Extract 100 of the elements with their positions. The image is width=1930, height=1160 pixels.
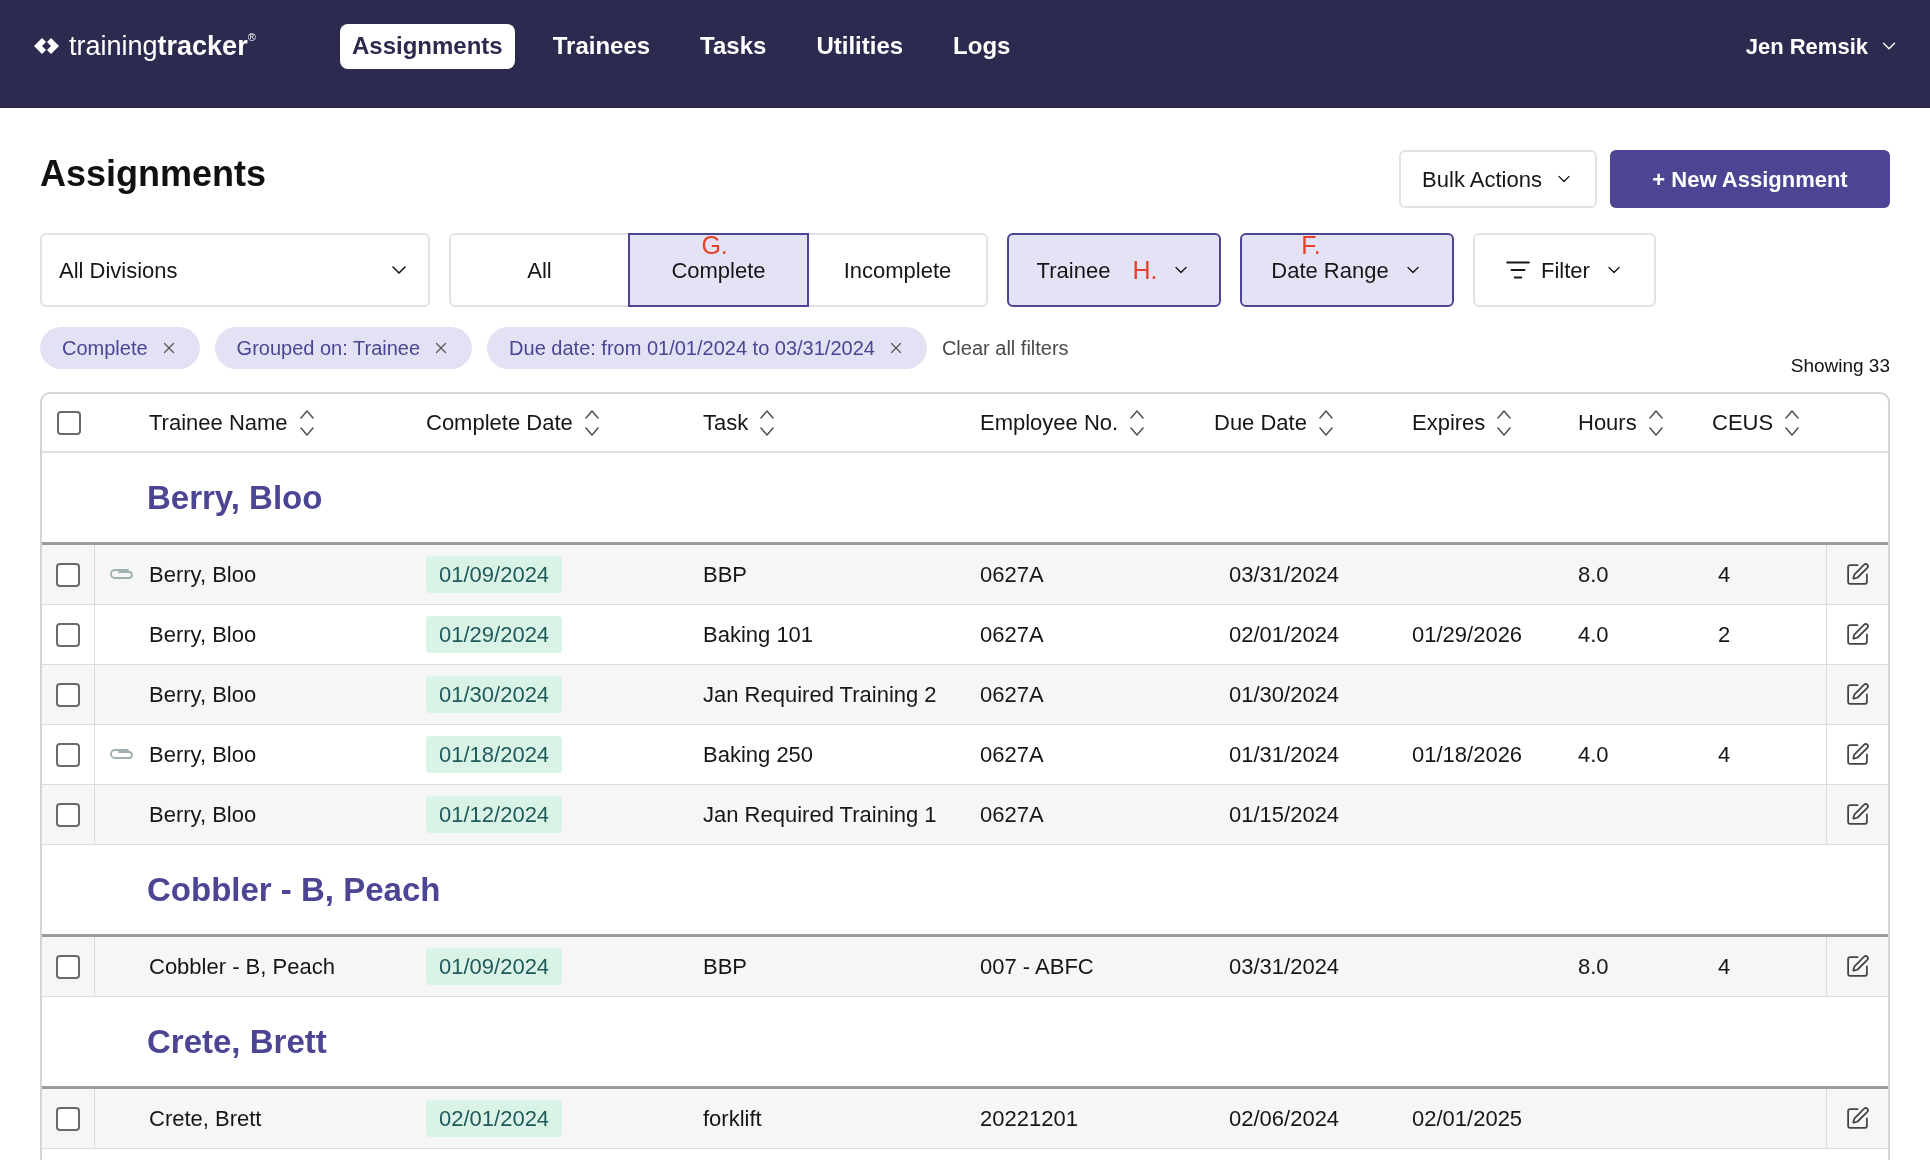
filter-dropdown[interactable]: Trainee H. <box>1007 233 1221 307</box>
trainee-name: Berry, Bloo <box>149 561 257 589</box>
due-date: 01/15/2024 <box>1229 801 1340 829</box>
sort-icon <box>1497 407 1512 438</box>
edit-icon[interactable] <box>1845 562 1870 587</box>
checkbox[interactable] <box>56 742 80 767</box>
sort-icon <box>1648 407 1663 438</box>
ceus-value: 4 <box>1718 561 1731 589</box>
group-heading: Cobbler - B, Peach <box>147 869 441 910</box>
new-assignment-button[interactable]: + New Assignment <box>1610 150 1890 208</box>
task-name: Baking 250 <box>703 741 814 769</box>
sort-icon <box>584 407 599 438</box>
complete-date-badge: 01/29/2024 <box>426 616 563 653</box>
edit-icon[interactable] <box>1845 742 1870 767</box>
checkbox[interactable] <box>56 562 80 587</box>
trainee-name: Berry, Bloo <box>149 621 257 649</box>
column-header[interactable]: CEUS <box>1712 406 1800 439</box>
user-menu[interactable]: Jen Remsik <box>1745 29 1900 63</box>
sort-icon <box>1785 407 1800 438</box>
task-name: Jan Required Training 2 <box>703 681 937 709</box>
sort-icon <box>1318 407 1333 438</box>
annotation-letter: F. <box>1301 232 1321 258</box>
nav-tab[interactable]: Trainees <box>540 23 663 69</box>
ceus-value: 4 <box>1718 953 1731 981</box>
status-tab[interactable]: Incomplete <box>807 233 988 307</box>
due-date: 02/06/2024 <box>1229 1105 1340 1133</box>
hours-value: 4.0 <box>1578 741 1609 769</box>
trainee-name: Berry, Bloo <box>149 681 257 709</box>
ceus-value: 4 <box>1718 741 1731 769</box>
edit-icon[interactable] <box>1845 954 1870 979</box>
due-date: 03/31/2024 <box>1229 561 1340 589</box>
sort-icon <box>760 407 775 438</box>
checkbox[interactable] <box>56 410 81 435</box>
column-header[interactable]: Complete Date <box>426 406 599 439</box>
logo-icon <box>33 36 61 56</box>
edit-icon[interactable] <box>1845 682 1870 707</box>
clear-filters-link[interactable]: Clear all filters <box>941 333 1069 363</box>
page-title: Assignments <box>40 152 267 196</box>
hours-value: 4.0 <box>1578 621 1609 649</box>
column-header[interactable]: Hours <box>1578 406 1663 439</box>
employee-number: 0627A <box>980 561 1044 589</box>
checkbox[interactable] <box>56 1106 80 1131</box>
complete-date-badge: 02/01/2024 <box>426 1100 563 1137</box>
complete-date-badge: 01/09/2024 <box>426 556 563 593</box>
chip-label: Due date: from 01/01/2024 to 03/31/2024 <box>509 336 875 361</box>
employee-number: 0627A <box>980 741 1044 769</box>
checkbox[interactable] <box>56 622 80 647</box>
due-date: 01/30/2024 <box>1229 681 1340 709</box>
complete-date-badge: 01/12/2024 <box>426 796 563 833</box>
ceus-value: 2 <box>1718 621 1731 649</box>
employee-number: 007 - ABFC <box>980 953 1094 981</box>
edit-icon[interactable] <box>1845 802 1870 827</box>
expiry-date: 01/18/2026 <box>1412 741 1523 769</box>
nav-tab[interactable]: Tasks <box>688 23 779 69</box>
employee-number: 20221201 <box>980 1105 1078 1133</box>
status-tab[interactable]: All <box>449 233 630 307</box>
column-header[interactable]: Trainee Name <box>149 406 314 439</box>
annotation-letter: H. <box>1132 257 1158 283</box>
annotation-letter: G. <box>701 232 728 258</box>
results-count: Showing 33 <box>1790 353 1890 378</box>
group-heading: Crete, Brett <box>147 1021 327 1062</box>
bulk-actions-button[interactable]: Bulk Actions <box>1399 150 1597 208</box>
trainee-name: Cobbler - B, Peach <box>149 953 335 981</box>
column-header[interactable]: Due Date <box>1214 406 1333 439</box>
chip-label: Complete <box>62 336 148 361</box>
expiry-date: 01/29/2026 <box>1412 621 1523 649</box>
task-name: BBP <box>703 561 748 589</box>
nav-tab[interactable]: Logs <box>941 23 1023 69</box>
task-name: Baking 101 <box>703 621 814 649</box>
division-select[interactable]: All Divisions <box>40 233 430 307</box>
hours-value: 8.0 <box>1578 953 1609 981</box>
sort-icon <box>299 407 314 438</box>
column-header[interactable]: Task <box>703 406 775 439</box>
nav-tab[interactable]: Utilities <box>804 23 916 69</box>
employee-number: 0627A <box>980 621 1044 649</box>
complete-date-badge: 01/30/2024 <box>426 676 563 713</box>
complete-date-badge: 01/09/2024 <box>426 948 563 985</box>
due-date: 02/01/2024 <box>1229 621 1340 649</box>
employee-number: 0627A <box>980 801 1044 829</box>
checkbox[interactable] <box>56 954 80 979</box>
trainee-name: Berry, Bloo <box>149 741 257 769</box>
due-date: 01/31/2024 <box>1229 741 1340 769</box>
nav-tab[interactable]: Assignments <box>340 23 515 69</box>
column-header[interactable]: Expires <box>1412 406 1512 439</box>
trainee-name: Berry, Bloo <box>149 801 257 829</box>
column-header[interactable]: Employee No. <box>980 406 1145 439</box>
due-date: 03/31/2024 <box>1229 953 1340 981</box>
task-name: BBP <box>703 953 748 981</box>
checkbox[interactable] <box>56 802 80 827</box>
group-heading: Berry, Bloo <box>147 477 323 518</box>
task-name: Jan Required Training 1 <box>703 801 937 829</box>
edit-icon[interactable] <box>1845 622 1870 647</box>
chip-label: Grouped on: Trainee <box>236 336 421 361</box>
hours-value: 8.0 <box>1578 561 1609 589</box>
checkbox[interactable] <box>56 682 80 707</box>
expiry-date: 02/01/2025 <box>1412 1105 1523 1133</box>
task-name: forklift <box>703 1105 762 1133</box>
filter-button[interactable]: Filter <box>1473 233 1656 307</box>
edit-icon[interactable] <box>1845 1106 1870 1131</box>
logo-wordmark: trainingtracker$^{®}$ <box>69 32 256 60</box>
